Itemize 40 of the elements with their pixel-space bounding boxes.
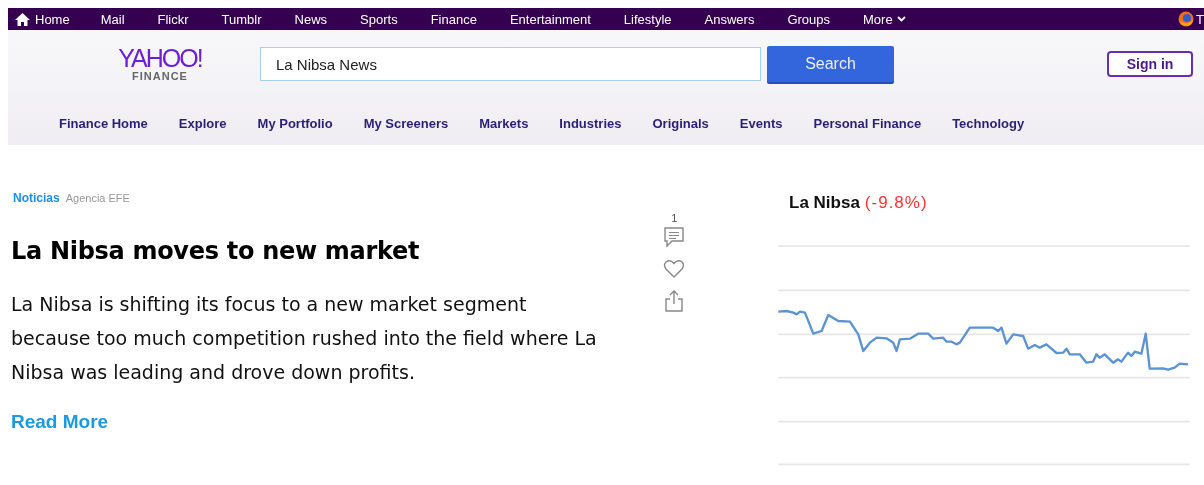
- nav-link[interactable]: My Portfolio: [257, 116, 333, 131]
- sign-in-button[interactable]: Sign in: [1107, 51, 1193, 77]
- top-bar-link[interactable]: Mail: [100, 11, 125, 27]
- nav-link[interactable]: Events: [739, 116, 783, 131]
- nav-link[interactable]: My Screeners: [363, 116, 449, 131]
- nav-link[interactable]: Industries: [559, 116, 622, 131]
- top-bar-link[interactable]: Tumblr: [221, 11, 262, 27]
- search-field[interactable]: La Nibsa News: [260, 47, 761, 81]
- browser-text: T: [1196, 11, 1204, 27]
- top-bar-link[interactable]: Flickr: [157, 11, 189, 27]
- heart-icon[interactable]: [663, 259, 686, 279]
- top-bar-link[interactable]: Sports: [360, 11, 398, 27]
- top-bar-link[interactable]: Lifestyle: [623, 11, 672, 27]
- logo-subtitle: FINANCE: [132, 70, 188, 82]
- nav-link[interactable]: Finance Home: [59, 116, 148, 131]
- top-bar-link[interactable]: Answers: [704, 11, 755, 27]
- comment-icon[interactable]: [663, 226, 686, 248]
- stock-change: (-9.8%): [864, 193, 928, 212]
- nav-link[interactable]: Personal Finance: [813, 116, 922, 131]
- top-bar-link[interactable]: More: [863, 11, 906, 27]
- top-bar-link[interactable]: Groups: [787, 11, 831, 27]
- nav-link[interactable]: Technology: [952, 116, 1025, 131]
- browser-icon[interactable]: [1178, 11, 1195, 27]
- share-icon[interactable]: [664, 290, 685, 312]
- article-summary: La Nibsa is shifting its focus to a new market segment because too much competition rushed into the field where La Nibsa was leading and drove down profits.: [11, 292, 598, 385]
- home-icon: [15, 12, 30, 26]
- headline[interactable]: La Nibsa moves to new market: [11, 237, 645, 265]
- top-bar-link[interactable]: Entertainment: [509, 11, 591, 27]
- nav-link[interactable]: Markets: [479, 116, 529, 131]
- top-bar-link[interactable]: News: [294, 11, 328, 27]
- nav-link[interactable]: Explore: [178, 116, 227, 131]
- source-label: Agencia EFE: [65, 192, 130, 204]
- nav-link[interactable]: Originals: [652, 116, 709, 131]
- caret-icon: [896, 16, 906, 22]
- comment-count: 1: [671, 213, 678, 223]
- stock-name: La Nibsa: [789, 193, 860, 212]
- search-button[interactable]: Search: [767, 46, 894, 82]
- top-bar-link[interactable]: Finance: [430, 11, 477, 27]
- top-bar-link[interactable]: Home: [15, 11, 70, 27]
- logo-text[interactable]: YAHOO!: [118, 46, 202, 70]
